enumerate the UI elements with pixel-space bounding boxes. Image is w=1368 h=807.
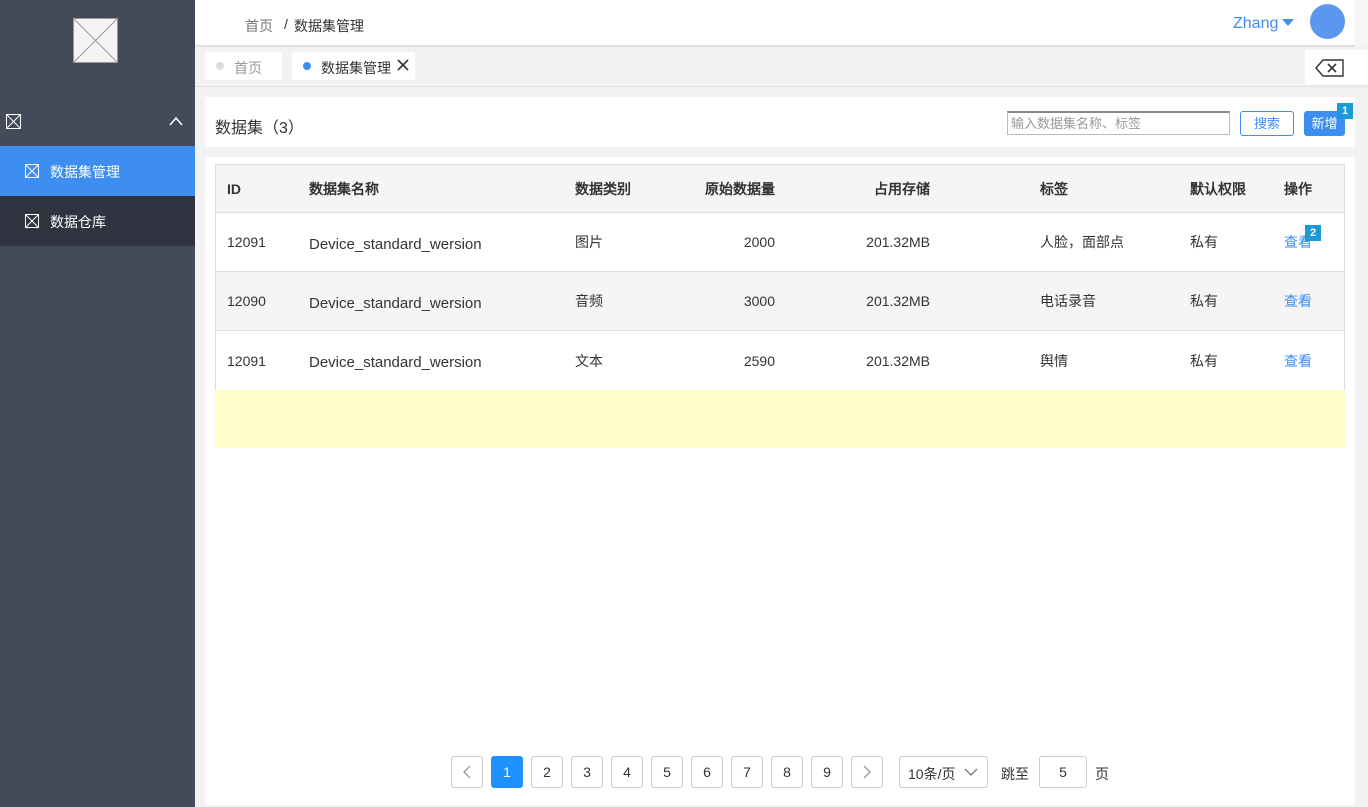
breadcrumb-current: 数据集管理 xyxy=(294,18,364,34)
cell-storage: 201.32MB xyxy=(866,234,930,250)
table-header-row: ID 数据集名称 数据类别 原始数据量 占用存储 标签 默认权限 操作 xyxy=(216,165,1344,213)
close-all-tabs-button[interactable] xyxy=(1305,50,1368,84)
view-link[interactable]: 查看 xyxy=(1284,272,1312,330)
cell-name: Device_standard_wersion xyxy=(309,294,482,312)
page-button[interactable]: 6 xyxy=(691,756,723,788)
column-header-tag: 标签 xyxy=(1040,180,1068,197)
view-link[interactable]: 查看 xyxy=(1284,331,1312,390)
cell-amount: 2000 xyxy=(743,234,775,250)
cell-type: 图片 xyxy=(575,234,603,250)
group-placeholder-icon xyxy=(6,114,21,129)
dataset-table-panel: ID 数据集名称 数据类别 原始数据量 占用存储 标签 默认权限 操作 1209… xyxy=(205,157,1355,805)
pagination: 1 2 3 4 5 6 7 8 9 10条/页 跳至 5 页 xyxy=(205,756,1355,788)
cell-id: 12091 xyxy=(227,352,266,369)
page-button[interactable]: 3 xyxy=(571,756,603,788)
caret-down-icon[interactable] xyxy=(1282,19,1294,26)
column-header-storage: 占用存储 xyxy=(874,180,930,197)
cell-type: 音频 xyxy=(575,293,603,309)
page-button[interactable]: 4 xyxy=(611,756,643,788)
dataset-placeholder-icon xyxy=(25,164,39,178)
tab-home[interactable]: 首页 xyxy=(205,52,282,80)
chevron-left-icon xyxy=(463,765,471,779)
tab-status-dot xyxy=(303,62,311,70)
tab-status-dot xyxy=(216,62,224,70)
user-menu-name[interactable]: Zhang xyxy=(1233,15,1278,33)
backspace-icon xyxy=(1315,59,1344,77)
cell-storage: 201.32MB xyxy=(866,352,930,369)
column-header-id: ID xyxy=(227,180,241,197)
table-row: 12091 Device_standard_wersion 文本 2590 20… xyxy=(216,331,1344,390)
cell-name: Device_standard_wersion xyxy=(309,235,482,253)
column-header-type: 数据类别 xyxy=(575,180,631,197)
annotation-marker: 1 xyxy=(1337,103,1353,119)
table-row: 12091 Device_standard_wersion 图片 2000 20… xyxy=(216,213,1344,272)
cell-tag: 人脸，面部点 xyxy=(1040,234,1124,250)
avatar[interactable] xyxy=(1310,4,1345,39)
column-header-permission: 默认权限 xyxy=(1190,180,1246,197)
prev-page-button[interactable] xyxy=(451,756,483,788)
cell-id: 12091 xyxy=(227,234,266,250)
cell-amount: 2590 xyxy=(743,352,775,369)
table-row: 12090 Device_standard_wersion 音频 3000 20… xyxy=(216,272,1344,331)
search-input[interactable] xyxy=(1007,111,1230,135)
cell-tag: 舆情 xyxy=(1040,352,1068,369)
tab-label: 首页 xyxy=(234,60,262,76)
cell-storage: 201.32MB xyxy=(866,293,930,309)
highlight-band xyxy=(215,390,1345,448)
cell-type: 文本 xyxy=(575,352,603,369)
tabs-bar: 首页 数据集管理 xyxy=(195,47,1368,87)
column-header-amount: 原始数据量 xyxy=(705,180,775,197)
cell-permission: 私有 xyxy=(1190,234,1218,250)
cell-amount: 3000 xyxy=(743,293,775,309)
page-button[interactable]: 7 xyxy=(731,756,763,788)
next-page-button[interactable] xyxy=(851,756,883,788)
view-link[interactable]: 查看 xyxy=(1284,213,1312,271)
close-icon[interactable] xyxy=(396,58,410,72)
logo-placeholder-icon xyxy=(73,18,118,63)
chevron-down-icon xyxy=(964,768,978,776)
goto-unit: 页 xyxy=(1095,766,1109,782)
page-button[interactable]: 8 xyxy=(771,756,803,788)
tab-label: 数据集管理 xyxy=(321,60,391,76)
goto-label: 跳至 xyxy=(1001,766,1029,782)
page-button[interactable]: 2 xyxy=(531,756,563,788)
cell-permission: 私有 xyxy=(1190,293,1218,309)
dataset-table: ID 数据集名称 数据类别 原始数据量 占用存储 标签 默认权限 操作 1209… xyxy=(215,164,1345,391)
sidebar-item-dataset-management[interactable]: 数据集管理 xyxy=(0,146,195,196)
page-size-select[interactable]: 10条/页 xyxy=(899,756,988,788)
page-title: 数据集（3） xyxy=(215,120,304,137)
column-header-name: 数据集名称 xyxy=(309,180,379,197)
header-edge xyxy=(1355,0,1368,46)
goto-page-input[interactable]: 5 xyxy=(1039,756,1087,788)
dataset-toolbar: 数据集（3） 搜索 新增 1 xyxy=(205,97,1355,147)
breadcrumb-separator: / xyxy=(284,16,288,32)
chevron-up-icon[interactable] xyxy=(169,116,183,126)
page-button[interactable]: 1 xyxy=(491,756,523,788)
sidebar-group-header[interactable] xyxy=(0,100,195,146)
warehouse-placeholder-icon xyxy=(25,214,39,228)
cell-name: Device_standard_wersion xyxy=(309,354,482,371)
sidebar-item-data-warehouse[interactable]: 数据仓库 xyxy=(0,196,195,246)
search-button[interactable]: 搜索 xyxy=(1240,111,1294,136)
breadcrumb-home[interactable]: 首页 xyxy=(245,16,273,36)
page-size-value: 10条/页 xyxy=(908,766,956,782)
annotation-marker: 2 xyxy=(1305,225,1321,241)
page-button[interactable]: 9 xyxy=(811,756,843,788)
sidebar-item-label: 数据仓库 xyxy=(50,214,106,230)
tab-dataset-management[interactable]: 数据集管理 xyxy=(292,52,415,80)
sidebar-item-label: 数据集管理 xyxy=(50,164,120,180)
sidebar: 数据集管理 数据仓库 xyxy=(0,0,195,807)
column-header-action: 操作 xyxy=(1284,180,1312,197)
cell-permission: 私有 xyxy=(1190,352,1218,369)
cell-id: 12090 xyxy=(227,293,266,309)
cell-tag: 电话录音 xyxy=(1040,293,1096,309)
chevron-right-icon xyxy=(863,765,871,779)
top-header: 首页 / 数据集管理 Zhang xyxy=(195,0,1355,46)
page-button[interactable]: 5 xyxy=(651,756,683,788)
